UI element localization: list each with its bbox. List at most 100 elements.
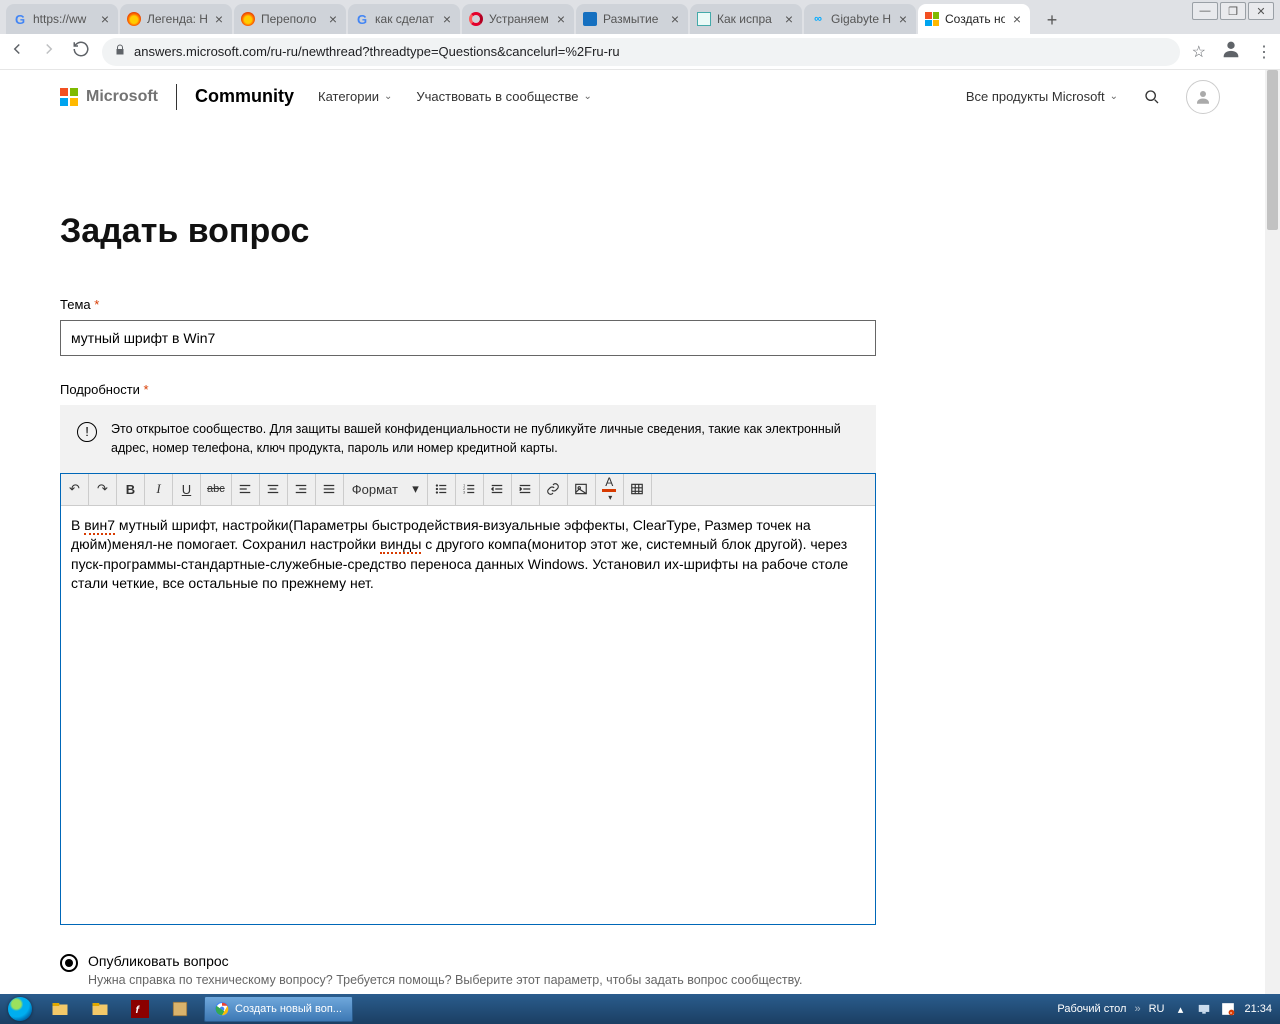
browser-toolbar: answers.microsoft.com/ru-ru/newthread?th… bbox=[0, 34, 1280, 70]
browser-tab[interactable]: Размытие × bbox=[576, 4, 688, 34]
microsoft-wordmark: Microsoft bbox=[86, 88, 158, 106]
radio-selected[interactable] bbox=[60, 954, 78, 972]
products-dropdown[interactable]: Все продукты Microsoft⌄ bbox=[966, 89, 1118, 104]
redo-button[interactable]: ↷ bbox=[89, 474, 117, 505]
image-button[interactable] bbox=[568, 474, 596, 505]
close-icon[interactable]: × bbox=[440, 12, 454, 26]
align-left-button[interactable] bbox=[232, 474, 260, 505]
topic-label: Тема * bbox=[60, 297, 1140, 312]
browser-tab[interactable]: ∞ Gigabyte H × bbox=[804, 4, 916, 34]
bold-button[interactable]: B bbox=[117, 474, 145, 505]
indent-button[interactable] bbox=[512, 474, 540, 505]
tab-title: Создать но bbox=[945, 12, 1005, 26]
taskbar-app-icon[interactable] bbox=[160, 994, 200, 1024]
browser-tab[interactable]: Легенда: Н × bbox=[120, 4, 232, 34]
tab-title: https://ww bbox=[33, 12, 93, 26]
favicon-google: G bbox=[354, 11, 370, 27]
number-list-button[interactable]: 123 bbox=[456, 474, 484, 505]
publish-sublabel: Нужна справка по техническому вопросу? Т… bbox=[88, 973, 802, 987]
align-right-button[interactable] bbox=[288, 474, 316, 505]
taskbar-running-chrome[interactable]: Создать новый воп... bbox=[204, 996, 353, 1022]
community-title[interactable]: Community bbox=[195, 86, 294, 107]
outdent-button[interactable] bbox=[484, 474, 512, 505]
url-text: answers.microsoft.com/ru-ru/newthread?th… bbox=[134, 44, 620, 59]
link-button[interactable] bbox=[540, 474, 568, 505]
new-tab-button[interactable]: + bbox=[1038, 6, 1066, 34]
browser-tab[interactable]: Как испра × bbox=[690, 4, 802, 34]
menu-participate[interactable]: Участвовать в сообществе⌄ bbox=[416, 89, 591, 104]
start-button[interactable] bbox=[0, 994, 40, 1024]
tray-chevron-up-icon[interactable]: ▴ bbox=[1172, 1001, 1188, 1017]
close-icon[interactable]: × bbox=[668, 12, 682, 26]
nav-back-button[interactable] bbox=[8, 40, 26, 63]
underline-button[interactable]: U bbox=[173, 474, 201, 505]
scrollbar-thumb[interactable] bbox=[1267, 70, 1278, 230]
favicon-sq bbox=[696, 11, 712, 27]
align-center-button[interactable] bbox=[260, 474, 288, 505]
nav-forward-button[interactable] bbox=[40, 40, 58, 63]
profile-icon[interactable] bbox=[1220, 38, 1242, 65]
site-header: Microsoft Community Категории⌄ Участвова… bbox=[0, 70, 1280, 124]
tray-icon[interactable] bbox=[1196, 1001, 1212, 1017]
browser-tab[interactable]: G как сделат × bbox=[348, 4, 460, 34]
format-dropdown[interactable]: Формат▾ bbox=[344, 474, 428, 505]
align-justify-button[interactable] bbox=[316, 474, 344, 505]
svg-text:3: 3 bbox=[463, 491, 465, 495]
nav-reload-button[interactable] bbox=[72, 40, 90, 63]
tab-title: Как испра bbox=[717, 12, 777, 26]
italic-button[interactable]: I bbox=[145, 474, 173, 505]
user-avatar[interactable] bbox=[1186, 80, 1220, 114]
chevron-down-icon: ▾ bbox=[412, 481, 419, 497]
browser-tab[interactable]: Переполо × bbox=[234, 4, 346, 34]
close-icon[interactable]: × bbox=[782, 12, 796, 26]
bullet-list-button[interactable] bbox=[428, 474, 456, 505]
page-title: Задать вопрос bbox=[60, 212, 1140, 251]
editor-body[interactable]: В вин7 мутный шрифт, настройки(Параметры… bbox=[61, 506, 875, 924]
tray-action-center-icon[interactable]: × bbox=[1220, 1001, 1236, 1017]
tray-chevron-icon[interactable]: » bbox=[1134, 1003, 1140, 1015]
table-button[interactable] bbox=[624, 474, 652, 505]
tray-clock[interactable]: 21:34 bbox=[1244, 1003, 1272, 1015]
publish-label: Опубликовать вопрос bbox=[88, 953, 802, 969]
window-controls: — ❐ ✕ bbox=[1192, 2, 1274, 20]
page-viewport: Microsoft Community Категории⌄ Участвова… bbox=[0, 70, 1280, 994]
window-close-button[interactable]: ✕ bbox=[1248, 2, 1274, 20]
strikethrough-button[interactable]: abc bbox=[201, 474, 232, 505]
taskbar-flash-icon[interactable]: f bbox=[120, 994, 160, 1024]
search-button[interactable] bbox=[1136, 81, 1168, 113]
text-color-button[interactable]: A▾ bbox=[596, 474, 624, 505]
publish-option[interactable]: Опубликовать вопрос Нужна справка по тех… bbox=[60, 953, 1140, 987]
undo-button[interactable]: ↶ bbox=[61, 474, 89, 505]
microsoft-logo[interactable]: Microsoft bbox=[60, 88, 158, 106]
browser-tab[interactable]: G https://ww × bbox=[6, 4, 118, 34]
browser-tabstrip: G https://ww × Легенда: Н × Переполо × G… bbox=[0, 0, 1280, 34]
close-icon[interactable]: × bbox=[326, 12, 340, 26]
taskbar-explorer-icon[interactable] bbox=[40, 994, 80, 1024]
close-icon[interactable]: × bbox=[1010, 12, 1024, 26]
address-bar[interactable]: answers.microsoft.com/ru-ru/newthread?th… bbox=[102, 38, 1180, 66]
close-icon[interactable]: × bbox=[554, 12, 568, 26]
browser-tab[interactable]: Устраняем × bbox=[462, 4, 574, 34]
chrome-menu-icon[interactable]: ⋮ bbox=[1256, 42, 1272, 62]
notice-text: Это открытое сообщество. Для защиты ваше… bbox=[111, 420, 859, 458]
window-maximize-button[interactable]: ❐ bbox=[1220, 2, 1246, 20]
system-tray: Рабочий стол » RU ▴ × 21:34 bbox=[1057, 1001, 1280, 1017]
rich-text-editor: ↶ ↷ B I U abc Формат▾ 123 bbox=[60, 473, 876, 925]
menu-categories[interactable]: Категории⌄ bbox=[318, 89, 392, 104]
windows-orb-icon bbox=[8, 997, 32, 1021]
chevron-down-icon: ⌄ bbox=[1110, 91, 1118, 102]
bookmark-star-icon[interactable]: ☆ bbox=[1192, 42, 1206, 62]
window-minimize-button[interactable]: — bbox=[1192, 2, 1218, 20]
close-icon[interactable]: × bbox=[212, 12, 226, 26]
chevron-down-icon: ⌄ bbox=[583, 91, 591, 102]
close-icon[interactable]: × bbox=[98, 12, 112, 26]
vertical-scrollbar[interactable] bbox=[1265, 70, 1280, 994]
taskbar-folder-icon[interactable] bbox=[80, 994, 120, 1024]
browser-tab-active[interactable]: Создать но × bbox=[918, 4, 1030, 34]
input-language[interactable]: RU bbox=[1149, 1003, 1165, 1015]
close-icon[interactable]: × bbox=[896, 12, 910, 26]
topic-input[interactable] bbox=[60, 320, 876, 356]
show-desktop-label[interactable]: Рабочий стол bbox=[1057, 1003, 1126, 1015]
favicon-gigabyte: ∞ bbox=[810, 11, 826, 27]
menu-label: Категории bbox=[318, 89, 379, 104]
